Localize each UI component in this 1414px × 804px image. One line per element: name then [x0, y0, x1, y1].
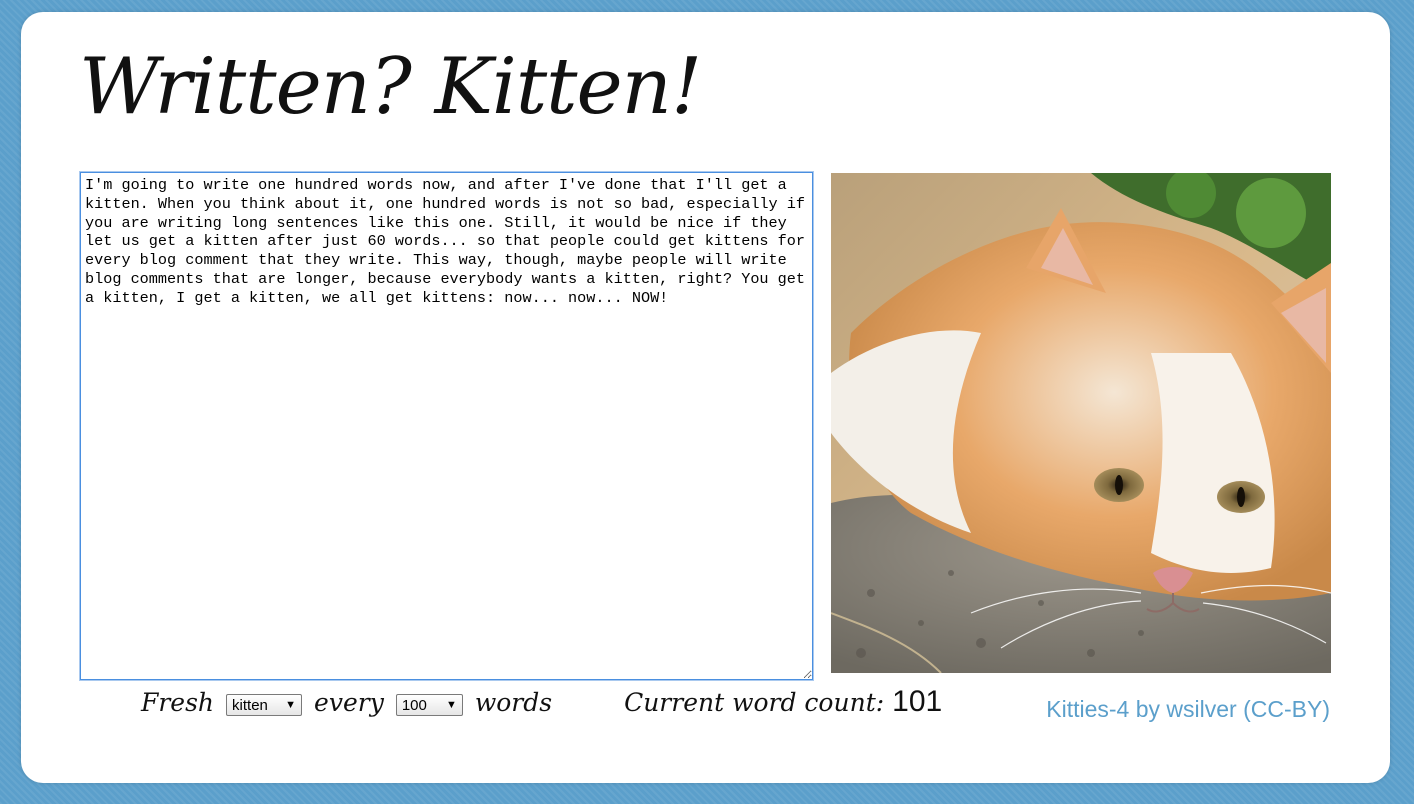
word-goal-select-value: 100	[401, 696, 427, 714]
kitten-image	[831, 173, 1331, 673]
license-link[interactable]: CC-BY	[1251, 696, 1323, 722]
word-count-label: Current word count:	[624, 687, 885, 717]
word-goal-select[interactable]: 100 ▼	[395, 694, 463, 716]
photo-title-link[interactable]: Kitties-4	[1046, 696, 1129, 722]
kitten-photo	[831, 173, 1331, 673]
animal-select[interactable]: kitten ▼	[226, 694, 303, 716]
credit-by-text: by	[1135, 696, 1161, 722]
fresh-label: Fresh	[141, 687, 215, 717]
page-title: Written? Kitten!	[79, 42, 702, 132]
words-label: words	[474, 687, 553, 717]
author-link[interactable]: wsilver	[1166, 696, 1236, 722]
writing-textarea[interactable]: I'm going to write one hundred words now…	[80, 172, 813, 680]
word-count-value: 101	[892, 685, 943, 718]
main-card: Written? Kitten! I'm going to write one …	[21, 12, 1390, 783]
animal-select-value: kitten	[232, 696, 268, 714]
dropdown-arrow-icon: ▼	[445, 699, 457, 711]
every-label: every	[314, 687, 384, 717]
kitten-controls: Fresh kitten ▼ every 100 ▼ words Current…	[141, 682, 942, 722]
dropdown-arrow-icon: ▼	[285, 699, 297, 711]
photo-credit: Kitties-4 by wsilver (CC-BY)	[1046, 696, 1330, 722]
